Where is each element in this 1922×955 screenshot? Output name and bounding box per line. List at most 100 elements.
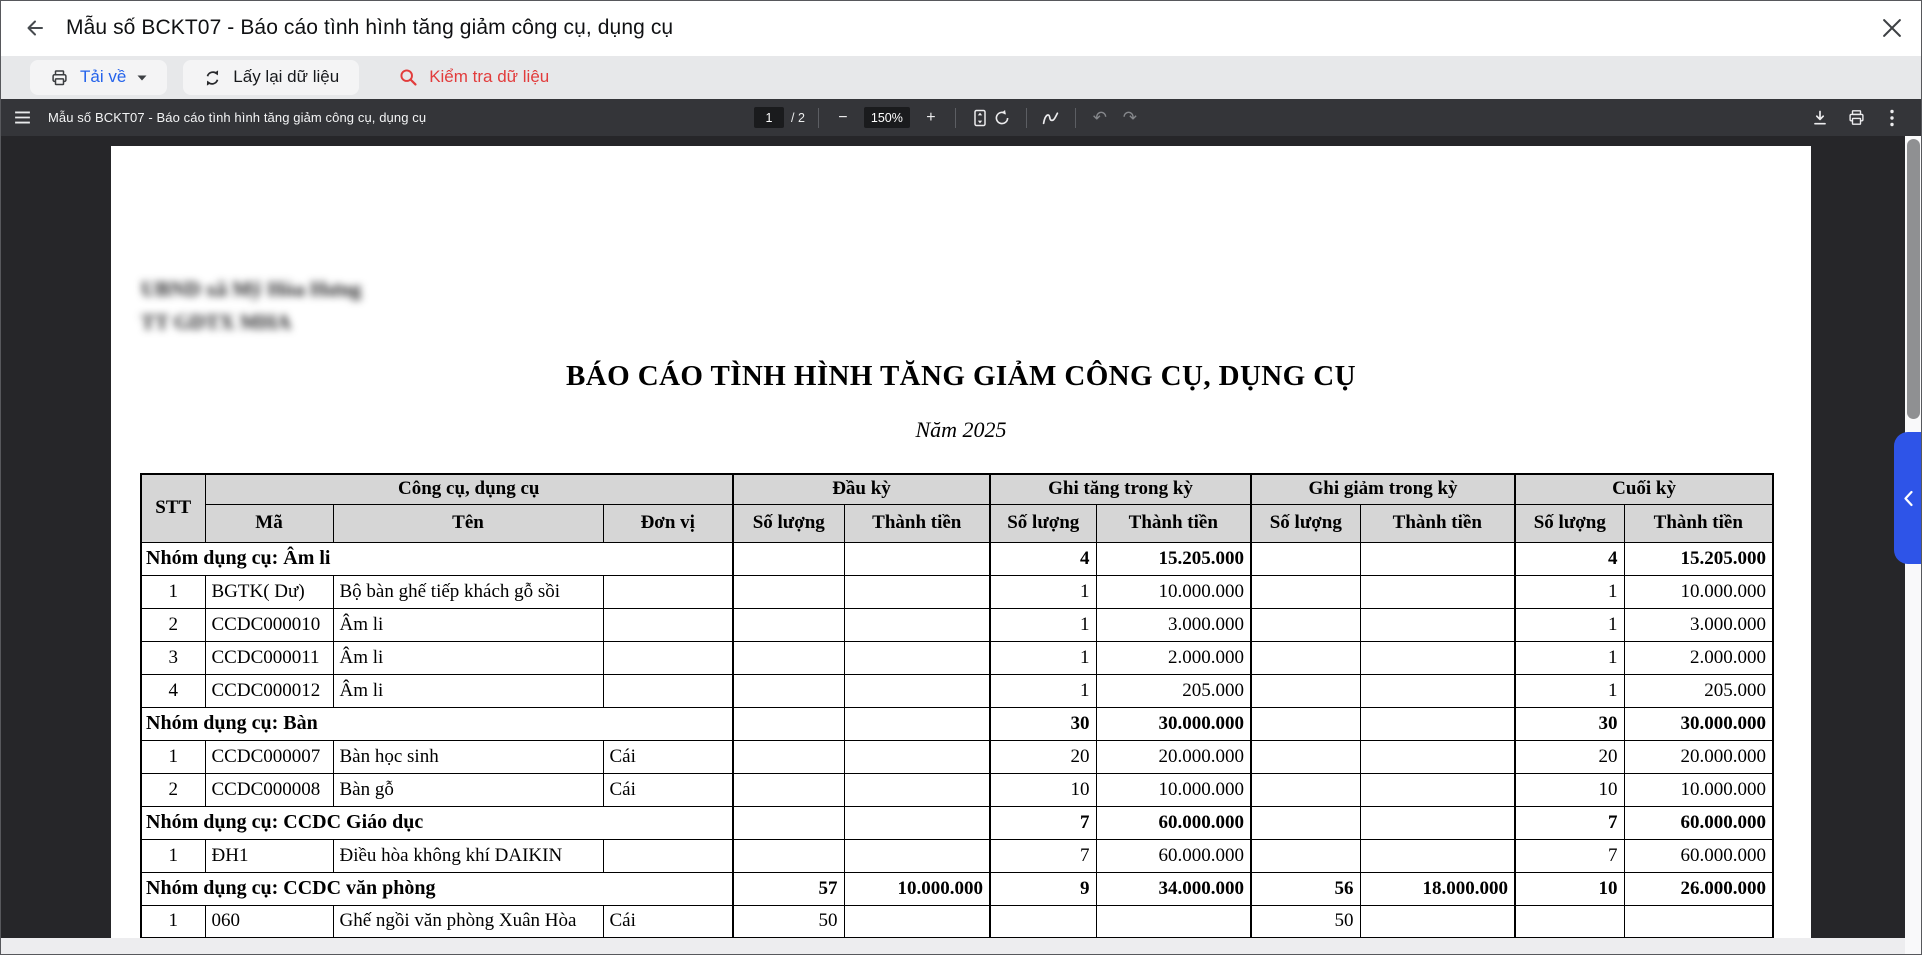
check-data-button[interactable]: Kiểm tra dữ liệu [375, 60, 573, 95]
print-icon [1847, 109, 1866, 127]
collapse-panel-tab[interactable] [1894, 432, 1922, 564]
report-title: BÁO CÁO TÌNH HÌNH TĂNG GIẢM CÔNG CỤ, DỤN… [111, 360, 1811, 393]
cell-num [1251, 707, 1360, 740]
cell-ten: Bàn gỗ [333, 773, 603, 806]
back-button[interactable] [22, 15, 48, 41]
cell-num: 9 [990, 872, 1096, 905]
cell-num: 50 [733, 905, 844, 938]
rotate-button[interactable] [991, 106, 1013, 130]
col-header-ghi-tang: Ghi tăng trong kỳ [990, 474, 1251, 504]
cell-num: 10 [1515, 872, 1624, 905]
cell-num [1360, 806, 1515, 839]
scrollbar-thumb[interactable] [1907, 139, 1920, 419]
cell-stt: 2 [141, 608, 205, 641]
cell-num: 1 [990, 608, 1096, 641]
pdf-viewer: UBND xã Mỹ Hòa Hưng TT GDTX MHA BÁO CÁO … [0, 136, 1922, 955]
col-header-thanh-tien: Thành tiền [1360, 504, 1515, 542]
cell-num: 26.000.000 [1624, 872, 1773, 905]
cell-num [844, 575, 990, 608]
page-total: / 2 [791, 111, 805, 125]
col-header-so-luong: Số lượng [733, 504, 844, 542]
cell-don-vi [603, 641, 733, 674]
cell-ten: Âm li [333, 641, 603, 674]
cell-num [733, 674, 844, 707]
cell-num: 56 [1251, 872, 1360, 905]
cell-num: 10.000.000 [844, 872, 990, 905]
cell-num [733, 542, 844, 575]
reload-data-button[interactable]: Lấy lại dữ liệu [183, 60, 359, 95]
table-row: 3CCDC000011Âm li12.000.00012.000.000 [141, 641, 1773, 674]
menu-button[interactable] [13, 108, 33, 127]
page-number-input[interactable]: 1 [754, 107, 784, 128]
cell-num [1251, 674, 1360, 707]
cell-num: 3.000.000 [1096, 608, 1251, 641]
chevron-down-icon [137, 75, 147, 81]
redo-button[interactable]: ↷ [1119, 106, 1141, 130]
zoom-out-button[interactable]: − [832, 106, 854, 130]
search-icon [399, 68, 418, 87]
cell-don-vi: Cái [603, 773, 733, 806]
col-header-thanh-tien: Thành tiền [844, 504, 990, 542]
col-header-so-luong: Số lượng [1251, 504, 1360, 542]
cell-num: 60.000.000 [1624, 806, 1773, 839]
group-label: Nhóm dụng cụ: CCDC văn phòng [141, 872, 733, 905]
cell-num: 7 [1515, 839, 1624, 872]
cell-ma: BGTK( Dư) [205, 575, 333, 608]
cell-num: 20 [1515, 740, 1624, 773]
table-row: 1CCDC000007Bàn học sinhCái2020.000.00020… [141, 740, 1773, 773]
cell-num [733, 575, 844, 608]
undo-button[interactable]: ↶ [1089, 106, 1111, 130]
zoom-level: 150% [864, 107, 910, 128]
group-row: Nhóm dụng cụ: CCDC văn phòng5710.000.000… [141, 872, 1773, 905]
cell-num: 1 [1515, 641, 1624, 674]
cell-num [1251, 542, 1360, 575]
cell-ten: Bộ bàn ghế tiếp khách gỗ sồi [333, 575, 603, 608]
cell-num: 10.000.000 [1096, 773, 1251, 806]
cell-num [1360, 641, 1515, 674]
cell-num: 30 [990, 707, 1096, 740]
download-icon [1811, 109, 1829, 127]
col-header-thanh-tien: Thành tiền [1096, 504, 1251, 542]
cell-num: 1 [990, 674, 1096, 707]
pdf-download-button[interactable] [1810, 106, 1830, 130]
cell-num [1096, 905, 1251, 938]
cell-num [1360, 740, 1515, 773]
cell-num [844, 806, 990, 839]
cell-num: 20.000.000 [1096, 740, 1251, 773]
cell-num: 205.000 [1096, 674, 1251, 707]
cell-num: 10.000.000 [1096, 575, 1251, 608]
col-header-cuoi-ky: Cuối kỳ [1515, 474, 1773, 504]
cell-num [844, 773, 990, 806]
cell-num: 1 [990, 575, 1096, 608]
divider [1075, 108, 1076, 128]
close-button[interactable] [1882, 18, 1902, 38]
cell-num: 20.000.000 [1624, 740, 1773, 773]
arrow-left-icon [24, 18, 46, 38]
table-row: 2CCDC000008Bàn gỗCái1010.000.0001010.000… [141, 773, 1773, 806]
group-label: Nhóm dụng cụ: Bàn [141, 707, 733, 740]
cell-num: 10.000.000 [1624, 575, 1773, 608]
cell-don-vi [603, 839, 733, 872]
download-report-button[interactable]: Tải về [30, 60, 167, 95]
cell-ma: CCDC000008 [205, 773, 333, 806]
zoom-in-button[interactable]: + [920, 106, 942, 130]
cell-num: 2.000.000 [1624, 641, 1773, 674]
cell-ma: ĐH1 [205, 839, 333, 872]
cell-num: 7 [990, 839, 1096, 872]
fit-page-button[interactable] [969, 106, 991, 130]
cell-stt: 1 [141, 839, 205, 872]
cell-num [844, 905, 990, 938]
org-header-redacted: UBND xã Mỹ Hòa Hưng TT GDTX MHA [141, 273, 361, 339]
pdf-print-button[interactable] [1846, 106, 1866, 130]
cell-ten: Âm li [333, 608, 603, 641]
divider [955, 108, 956, 128]
cell-num [1251, 773, 1360, 806]
cell-num [733, 641, 844, 674]
cell-num [733, 806, 844, 839]
cell-num [1360, 674, 1515, 707]
cell-num [1360, 575, 1515, 608]
table-row: 1060Ghế ngồi văn phòng Xuân HòaCái5050 [141, 905, 1773, 938]
cell-don-vi [603, 608, 733, 641]
annotate-button[interactable] [1040, 106, 1062, 130]
more-options-button[interactable] [1882, 106, 1902, 130]
